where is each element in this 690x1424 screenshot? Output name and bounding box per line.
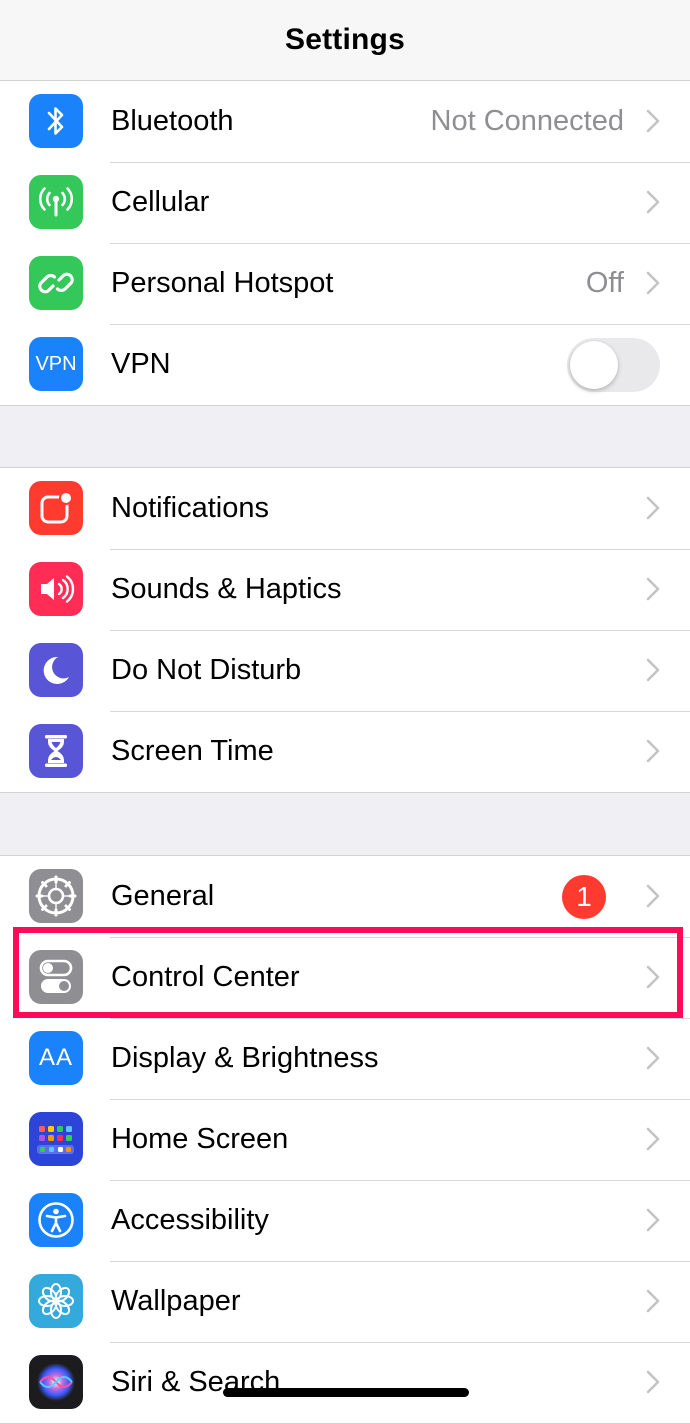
row-label: Personal Hotspot <box>111 267 334 299</box>
chevron-right-icon <box>646 739 660 763</box>
text-size-icon-text: AA <box>38 1044 73 1071</box>
row-label: VPN <box>111 348 171 380</box>
toggle-knob <box>570 341 618 389</box>
connectivity-group: Bluetooth Not Connected Cellular Persona… <box>0 80 690 406</box>
siri-icon <box>29 1355 83 1409</box>
settings-row-do-not-disturb[interactable]: Do Not Disturb <box>0 630 690 711</box>
chevron-right-icon <box>646 496 660 520</box>
general-group: General 1 Control Center AA Display & Br… <box>0 855 690 1424</box>
text-size-icon: AA <box>29 1031 83 1085</box>
vpn-icon: VPN <box>29 337 83 391</box>
hotspot-link-icon <box>29 256 83 310</box>
row-label: General <box>111 880 215 912</box>
vpn-toggle[interactable] <box>567 338 660 392</box>
settings-row-vpn[interactable]: VPN VPN <box>0 324 690 405</box>
settings-row-wallpaper[interactable]: Wallpaper <box>0 1261 690 1342</box>
settings-row-personal-hotspot[interactable]: Personal Hotspot Off <box>0 243 690 324</box>
row-label: Do Not Disturb <box>111 654 302 686</box>
chevron-right-icon <box>646 965 660 989</box>
settings-row-accessibility[interactable]: Accessibility <box>0 1180 690 1261</box>
row-label: Sounds & Haptics <box>111 573 342 605</box>
chevron-right-icon <box>646 1289 660 1313</box>
update-badge: 1 <box>562 875 606 919</box>
settings-row-bluetooth[interactable]: Bluetooth Not Connected <box>0 81 690 162</box>
settings-row-display-brightness[interactable]: AA Display & Brightness <box>0 1018 690 1099</box>
chevron-right-icon <box>646 1127 660 1151</box>
row-label: Cellular <box>111 186 210 218</box>
switches-icon <box>29 950 83 1004</box>
settings-row-cellular[interactable]: Cellular <box>0 162 690 243</box>
chevron-right-icon <box>646 109 660 133</box>
speaker-icon <box>29 562 83 616</box>
row-label: Accessibility <box>111 1204 269 1236</box>
chevron-right-icon <box>646 577 660 601</box>
chevron-right-icon <box>646 1208 660 1232</box>
navigation-bar: Settings <box>0 0 690 81</box>
bluetooth-icon <box>29 94 83 148</box>
row-label: Wallpaper <box>111 1285 241 1317</box>
settings-row-notifications[interactable]: Notifications <box>0 468 690 549</box>
chevron-right-icon <box>646 884 660 908</box>
row-label: Control Center <box>111 961 300 993</box>
row-label: Notifications <box>111 492 269 524</box>
settings-row-control-center[interactable]: Control Center <box>0 937 690 1018</box>
settings-row-general[interactable]: General 1 <box>0 856 690 937</box>
chevron-right-icon <box>646 658 660 682</box>
page-title: Settings <box>285 23 405 56</box>
row-label: Bluetooth <box>111 105 234 137</box>
app-grid-icon <box>29 1112 83 1166</box>
settings-row-screen-time[interactable]: Screen Time <box>0 711 690 792</box>
settings-row-siri-search[interactable]: Siri & Search <box>0 1342 690 1423</box>
antenna-icon <box>29 175 83 229</box>
chevron-right-icon <box>646 190 660 214</box>
flower-icon <box>29 1274 83 1328</box>
vpn-icon-text: VPN <box>35 352 77 375</box>
moon-icon <box>29 643 83 697</box>
settings-row-home-screen[interactable]: Home Screen <box>0 1099 690 1180</box>
chevron-right-icon <box>646 1046 660 1070</box>
notifications-icon <box>29 481 83 535</box>
notifications-group: Notifications Sounds & Haptics Do Not Di… <box>0 467 690 793</box>
row-value: Off <box>585 267 624 299</box>
row-value: Not Connected <box>430 105 624 137</box>
home-indicator[interactable] <box>223 1388 469 1397</box>
row-label: Home Screen <box>111 1123 289 1155</box>
chevron-right-icon <box>646 271 660 295</box>
chevron-right-icon <box>646 1370 660 1394</box>
gear-icon <box>29 869 83 923</box>
row-label: Screen Time <box>111 735 274 767</box>
row-label: Display & Brightness <box>111 1042 379 1074</box>
settings-row-sounds-haptics[interactable]: Sounds & Haptics <box>0 549 690 630</box>
accessibility-icon <box>29 1193 83 1247</box>
hourglass-icon <box>29 724 83 778</box>
